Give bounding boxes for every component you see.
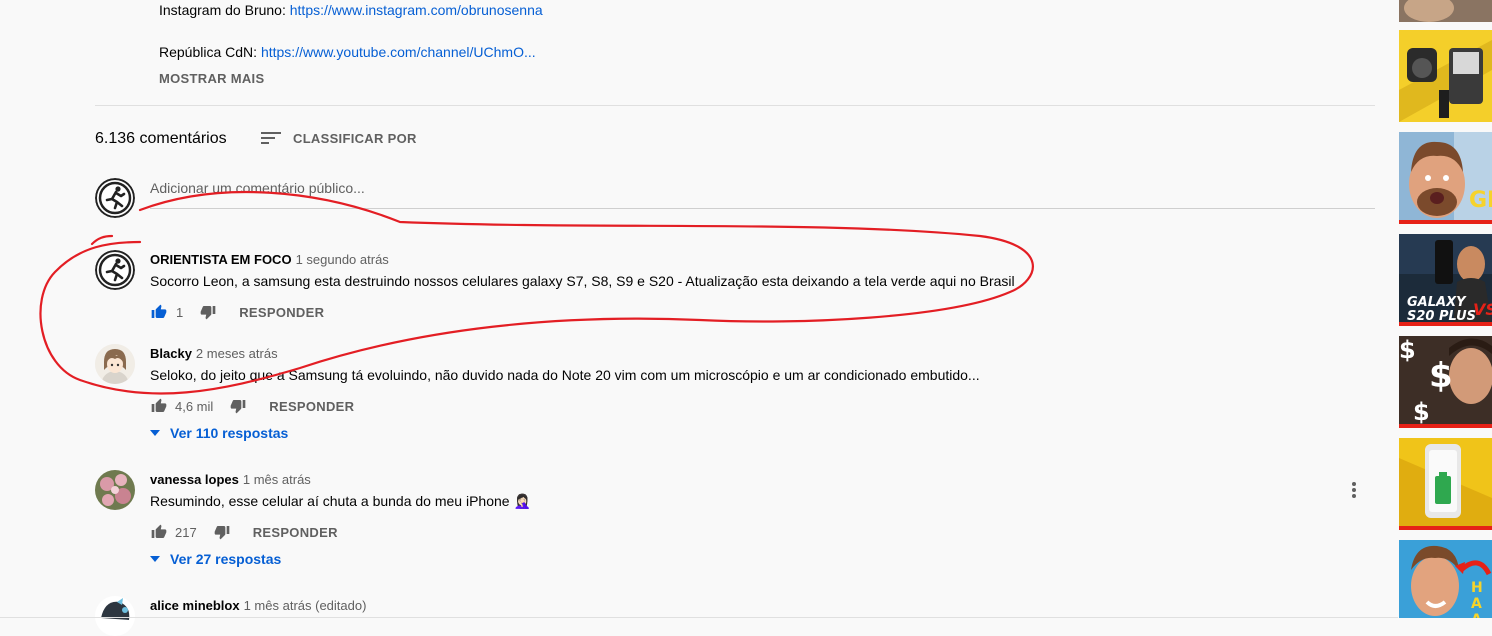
related-video-thumbnail[interactable]: GE xyxy=(1399,132,1492,224)
related-video-thumbnail[interactable] xyxy=(1399,30,1492,122)
thumbnail-image xyxy=(1399,30,1492,122)
related-video-thumbnail[interactable] xyxy=(1399,438,1492,530)
related-video-thumbnail[interactable]: HA A xyxy=(1399,540,1492,618)
thumbnail-caption: GALAXY S20 PLUS xyxy=(1407,296,1476,324)
thumbnail-vs: VS xyxy=(1473,300,1492,319)
thumbnail-dollar-3: $ xyxy=(1413,398,1430,426)
thumbnail-caption: HA A xyxy=(1471,580,1483,618)
thumbnail-image xyxy=(1399,438,1492,530)
thumbnail-dollar-2: $ xyxy=(1429,356,1453,396)
red-annotation-circle xyxy=(39,190,1034,395)
thumbnail-image xyxy=(1399,0,1492,22)
related-video-thumbnail[interactable]: $ $ $ xyxy=(1399,336,1492,428)
related-video-thumbnail[interactable]: GALAXY S20 PLUS VS xyxy=(1399,234,1492,326)
thumbnail-caption-line1: GALAXY xyxy=(1407,295,1466,310)
related-video-thumbnail[interactable] xyxy=(1399,0,1492,22)
thumbnail-caption-line2: S20 PLUS xyxy=(1407,309,1476,324)
thumbnail-dollar-1: $ xyxy=(1399,336,1416,364)
thumbnail-caption: GE xyxy=(1469,188,1492,213)
